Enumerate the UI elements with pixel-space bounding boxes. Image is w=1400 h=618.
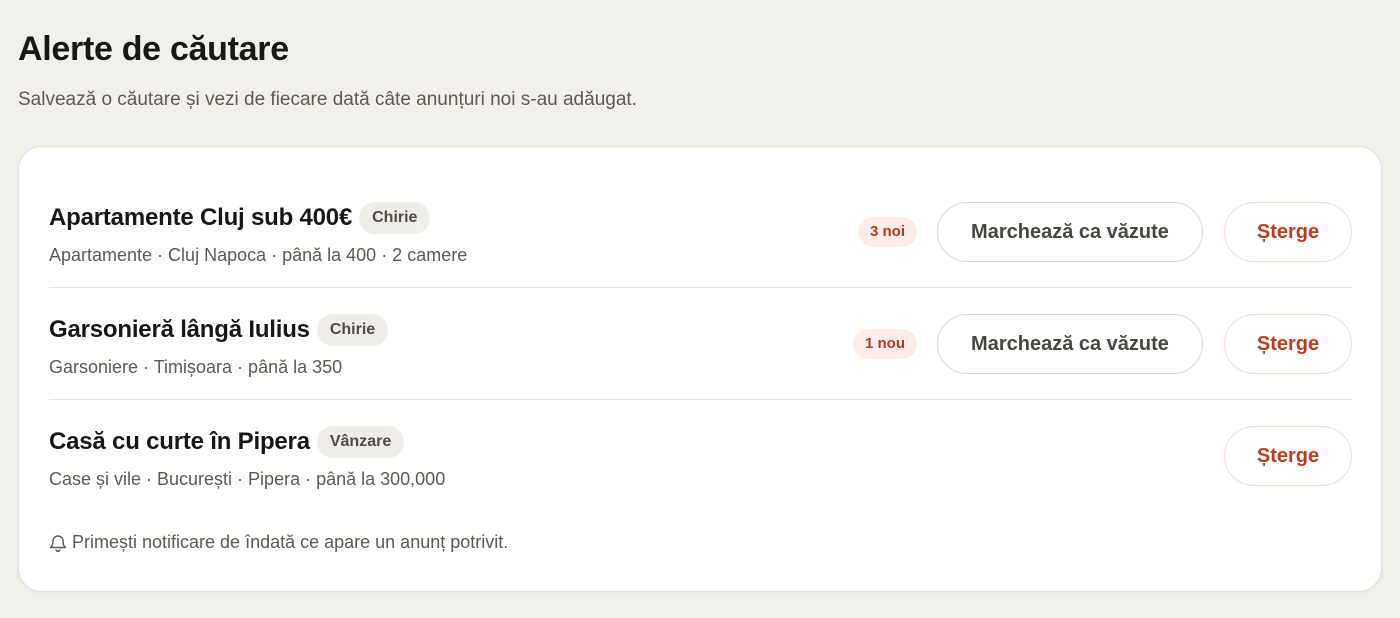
notification-text: Primești notificare de îndată ce apare u… — [72, 532, 509, 552]
alert-info: Casă cu curte în Pipera Vânzare Case și … — [49, 425, 445, 490]
new-count-badge: 3 noi — [857, 217, 917, 247]
delete-button[interactable]: Șterge — [1224, 202, 1352, 262]
type-tag: Chirie — [359, 202, 431, 234]
alert-name: Garsonieră lângă Iulius — [49, 316, 310, 343]
alert-criteria: Apartamente · Cluj Napoca · până la 400 … — [49, 245, 468, 265]
alert-row: Casă cu curte în Pipera Vânzare Case și … — [49, 400, 1352, 512]
delete-button[interactable]: Șterge — [1224, 426, 1352, 486]
mark-as-seen-button[interactable]: Marchează ca văzute — [937, 202, 1203, 262]
delete-button[interactable]: Șterge — [1224, 314, 1352, 374]
alert-name: Casă cu curte în Pipera — [49, 428, 310, 455]
alert-info: Garsonieră lângă Iulius Chirie Garsonier… — [49, 313, 389, 378]
page-title: Alerte de căutare — [18, 30, 289, 68]
page: Alerte de căutare Salvează o căutare și … — [0, 0, 1400, 618]
alert-title-line: Apartamente Cluj sub 400€ Chirie — [49, 201, 467, 235]
alert-title-line: Casă cu curte în Pipera Vânzare — [49, 425, 445, 459]
alert-row: Apartamente Cluj sub 400€ Chirie Apartam… — [49, 176, 1352, 288]
new-count-badge: 1 nou — [853, 329, 917, 359]
alert-criteria: Case și vile · București · Pipera · până… — [49, 469, 446, 489]
alerts-card: Apartamente Cluj sub 400€ Chirie Apartam… — [18, 146, 1382, 592]
page-subtitle: Salvează o căutare și vezi de fiecare da… — [18, 89, 637, 110]
alert-row: Garsonieră lângă Iulius Chirie Garsonier… — [49, 288, 1352, 400]
alert-criteria: Garsoniere · Timișoara · până la 350 — [49, 357, 343, 377]
mark-as-seen-button[interactable]: Marchează ca văzute — [937, 314, 1203, 374]
notification-note: Primești notificare de îndată ce apare u… — [49, 532, 508, 553]
type-tag: Vânzare — [316, 426, 405, 458]
bell-icon — [49, 533, 67, 553]
alert-name: Apartamente Cluj sub 400€ — [49, 204, 353, 231]
type-tag: Chirie — [316, 314, 389, 346]
alert-info: Apartamente Cluj sub 400€ Chirie Apartam… — [49, 201, 467, 266]
alert-title-line: Garsonieră lângă Iulius Chirie — [49, 313, 389, 347]
